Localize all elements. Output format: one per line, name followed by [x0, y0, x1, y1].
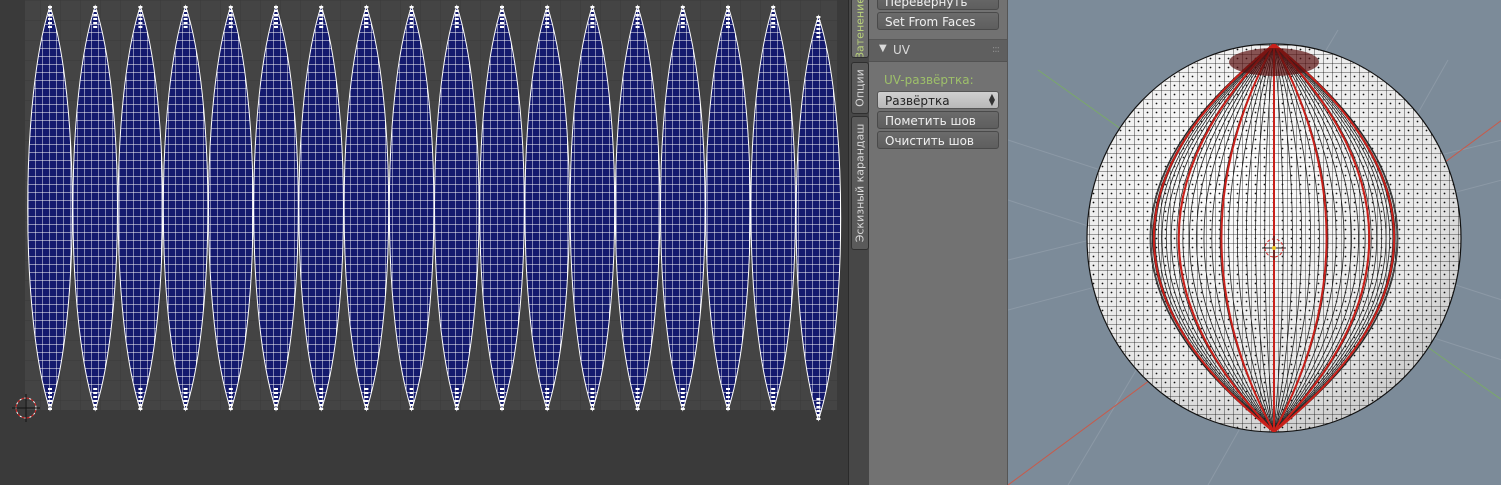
tool-shelf: Перевернуть Set From Faces ▼ UV ::: UV-р…: [869, 0, 1007, 485]
tab-grease-pencil-label: Эскизный карандаш: [853, 123, 867, 243]
flip-button[interactable]: Перевернуть: [877, 0, 999, 10]
uv-panel-title: UV: [893, 43, 910, 57]
uv-unwrap-label: UV-развёртка:: [884, 73, 974, 87]
updown-arrows-icon: ▲ ▼: [988, 92, 995, 107]
tab-options-label: Опции: [853, 69, 867, 107]
tab-options[interactable]: Опции: [851, 62, 869, 114]
unwrap-dropdown[interactable]: Развёртка ▲ ▼: [877, 91, 999, 109]
uv-editor-canvas[interactable]: [0, 0, 848, 485]
unwrap-dropdown-value: Развёртка: [885, 94, 950, 108]
mark-seam-button[interactable]: Пометить шов: [877, 111, 999, 129]
uv-image-editor[interactable]: [0, 0, 848, 485]
tab-shading-label: Затенение: [853, 0, 867, 58]
tool-tabs-strip: Затенение Опции Эскизный карандаш: [848, 0, 870, 485]
viewport-canvas[interactable]: [1008, 0, 1501, 485]
clear-seam-button[interactable]: Очистить шов: [877, 131, 999, 149]
3d-viewport[interactable]: [1007, 0, 1501, 485]
set-from-faces-button[interactable]: Set From Faces: [877, 12, 999, 30]
tab-shading[interactable]: Затенение: [851, 0, 869, 58]
drag-grip-icon[interactable]: :::: [992, 44, 1000, 55]
uv-panel-header[interactable]: ▼ UV :::: [869, 39, 1007, 62]
collapse-arrow-icon[interactable]: ▼: [879, 43, 887, 54]
tab-grease-pencil[interactable]: Эскизный карандаш: [851, 116, 869, 250]
